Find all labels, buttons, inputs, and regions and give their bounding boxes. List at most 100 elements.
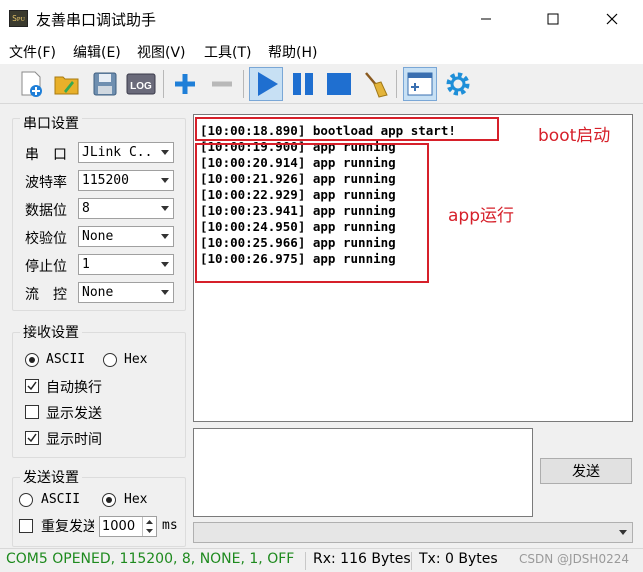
stop-bits-label: 停止位 [25, 259, 67, 275]
toolbar-separator [163, 70, 164, 98]
show-time-checkbox[interactable] [25, 431, 39, 445]
broom-icon [365, 72, 388, 98]
app-logo-icon: Sᴘᴜ [9, 10, 28, 27]
flow-control-value: None [82, 285, 114, 300]
toolbar: LOG [0, 64, 643, 104]
pause-icon [293, 73, 313, 95]
close-button[interactable] [589, 0, 635, 38]
receive-hex-radio[interactable] [103, 353, 117, 367]
serial-settings-title: 串口设置 [20, 113, 82, 133]
interval-unit-label: ms [162, 518, 178, 533]
spinner-arrows-icon[interactable] [142, 517, 156, 536]
show-send-label: 显示发送 [46, 406, 102, 422]
menu-help[interactable]: 帮助(H) [268, 42, 317, 62]
window-title: 友善串口调试助手 [36, 11, 157, 29]
save-disk-icon [93, 72, 117, 96]
play-icon [258, 72, 278, 96]
boot-highlight-box [195, 117, 499, 141]
data-bits-label: 数据位 [25, 203, 67, 219]
minus-icon [212, 81, 232, 87]
baud-rate-select[interactable]: 115200 [78, 170, 174, 191]
close-icon [606, 13, 618, 25]
status-separator [305, 552, 306, 570]
add-button[interactable] [168, 67, 202, 101]
send-hex-label: Hex [124, 492, 148, 507]
status-bar: COM5 OPENED, 115200, 8, NONE, 1, OFF Rx:… [0, 548, 643, 572]
open-button[interactable] [50, 67, 84, 101]
auto-wrap-label: 自动换行 [46, 380, 102, 396]
chevron-down-icon [616, 523, 630, 542]
menu-tools[interactable]: 工具(T) [204, 42, 251, 62]
rx-count: Rx: 116 Bytes [313, 551, 411, 567]
baud-rate-value: 115200 [82, 173, 129, 188]
clear-button[interactable] [358, 67, 392, 101]
flow-control-select[interactable]: None [78, 282, 174, 303]
menu-file[interactable]: 文件(F) [9, 42, 56, 62]
send-ascii-radio[interactable] [19, 493, 33, 507]
chevron-down-icon [156, 143, 173, 162]
receive-ascii-radio[interactable] [25, 353, 39, 367]
remove-button[interactable] [205, 67, 239, 101]
auto-wrap-checkbox[interactable] [25, 379, 39, 393]
app-annotation: app运行 [448, 206, 514, 226]
data-bits-value: 8 [82, 201, 90, 216]
plus-icon [175, 74, 195, 94]
port-select[interactable]: JLink C... [78, 142, 174, 163]
stop-icon [327, 73, 351, 95]
window-layout-icon [407, 72, 433, 96]
menu-view[interactable]: 视图(V) [137, 42, 186, 62]
send-ascii-label: ASCII [41, 492, 81, 507]
tx-count: Tx: 0 Bytes [419, 551, 498, 567]
new-button[interactable] [14, 67, 48, 101]
parity-value: None [82, 229, 114, 244]
toolbar-separator [243, 70, 244, 98]
app-highlight-box [195, 143, 429, 283]
receive-settings-title: 接收设置 [20, 322, 82, 342]
chevron-down-icon [156, 283, 173, 302]
stop-button[interactable] [322, 67, 356, 101]
toolbar-separator [396, 70, 397, 98]
checkmark-icon [27, 381, 37, 391]
start-button[interactable] [249, 67, 283, 101]
port-value: JLink C... [82, 145, 154, 160]
boot-annotation: boot启动 [538, 126, 611, 146]
show-send-checkbox[interactable] [25, 405, 39, 419]
send-button[interactable]: 发送 [540, 458, 632, 484]
send-hex-radio[interactable] [102, 493, 116, 507]
send-text-area[interactable] [193, 428, 533, 517]
menu-edit[interactable]: 编辑(E) [73, 42, 121, 62]
save-button[interactable] [88, 67, 122, 101]
port-label: 串 口 [25, 147, 67, 163]
receive-hex-label: Hex [124, 352, 148, 367]
repeat-send-label: 重复发送 [41, 519, 94, 535]
new-file-icon [21, 71, 42, 97]
status-separator [411, 552, 412, 570]
stop-bits-value: 1 [82, 257, 90, 272]
watermark: CSDN @JDSH0224 [519, 552, 629, 566]
chevron-down-icon [156, 199, 173, 218]
maximize-icon [547, 13, 559, 25]
maximize-button[interactable] [530, 0, 576, 38]
main-area: 串口设置 串 口 JLink C... 波特率 115200 数据位 8 校验位… [0, 104, 643, 548]
log-button[interactable]: LOG [124, 67, 158, 101]
repeat-send-checkbox[interactable] [19, 519, 33, 533]
parity-select[interactable]: None [78, 226, 174, 247]
receive-text-area[interactable]: [10:00:18.890] bootload app start! [10:0… [193, 114, 633, 422]
minimize-icon [481, 18, 491, 20]
repeat-interval-input[interactable]: 1000 [99, 516, 157, 537]
history-select[interactable] [193, 522, 633, 543]
checkmark-icon [27, 433, 37, 443]
pause-button[interactable] [286, 67, 320, 101]
data-bits-select[interactable]: 8 [78, 198, 174, 219]
settings-button[interactable] [441, 67, 475, 101]
baud-rate-label: 波特率 [25, 175, 67, 191]
chevron-down-icon [156, 171, 173, 190]
port-status: COM5 OPENED, 115200, 8, NONE, 1, OFF [6, 551, 295, 567]
chevron-down-icon [156, 255, 173, 274]
repeat-interval-value: 1000 [102, 519, 136, 534]
open-folder-icon [54, 76, 79, 95]
menu-bar: 文件(F) 编辑(E) 视图(V) 工具(T) 帮助(H) [0, 38, 643, 64]
stop-bits-select[interactable]: 1 [78, 254, 174, 275]
layout-button[interactable] [403, 67, 437, 101]
minimize-button[interactable] [463, 0, 509, 38]
